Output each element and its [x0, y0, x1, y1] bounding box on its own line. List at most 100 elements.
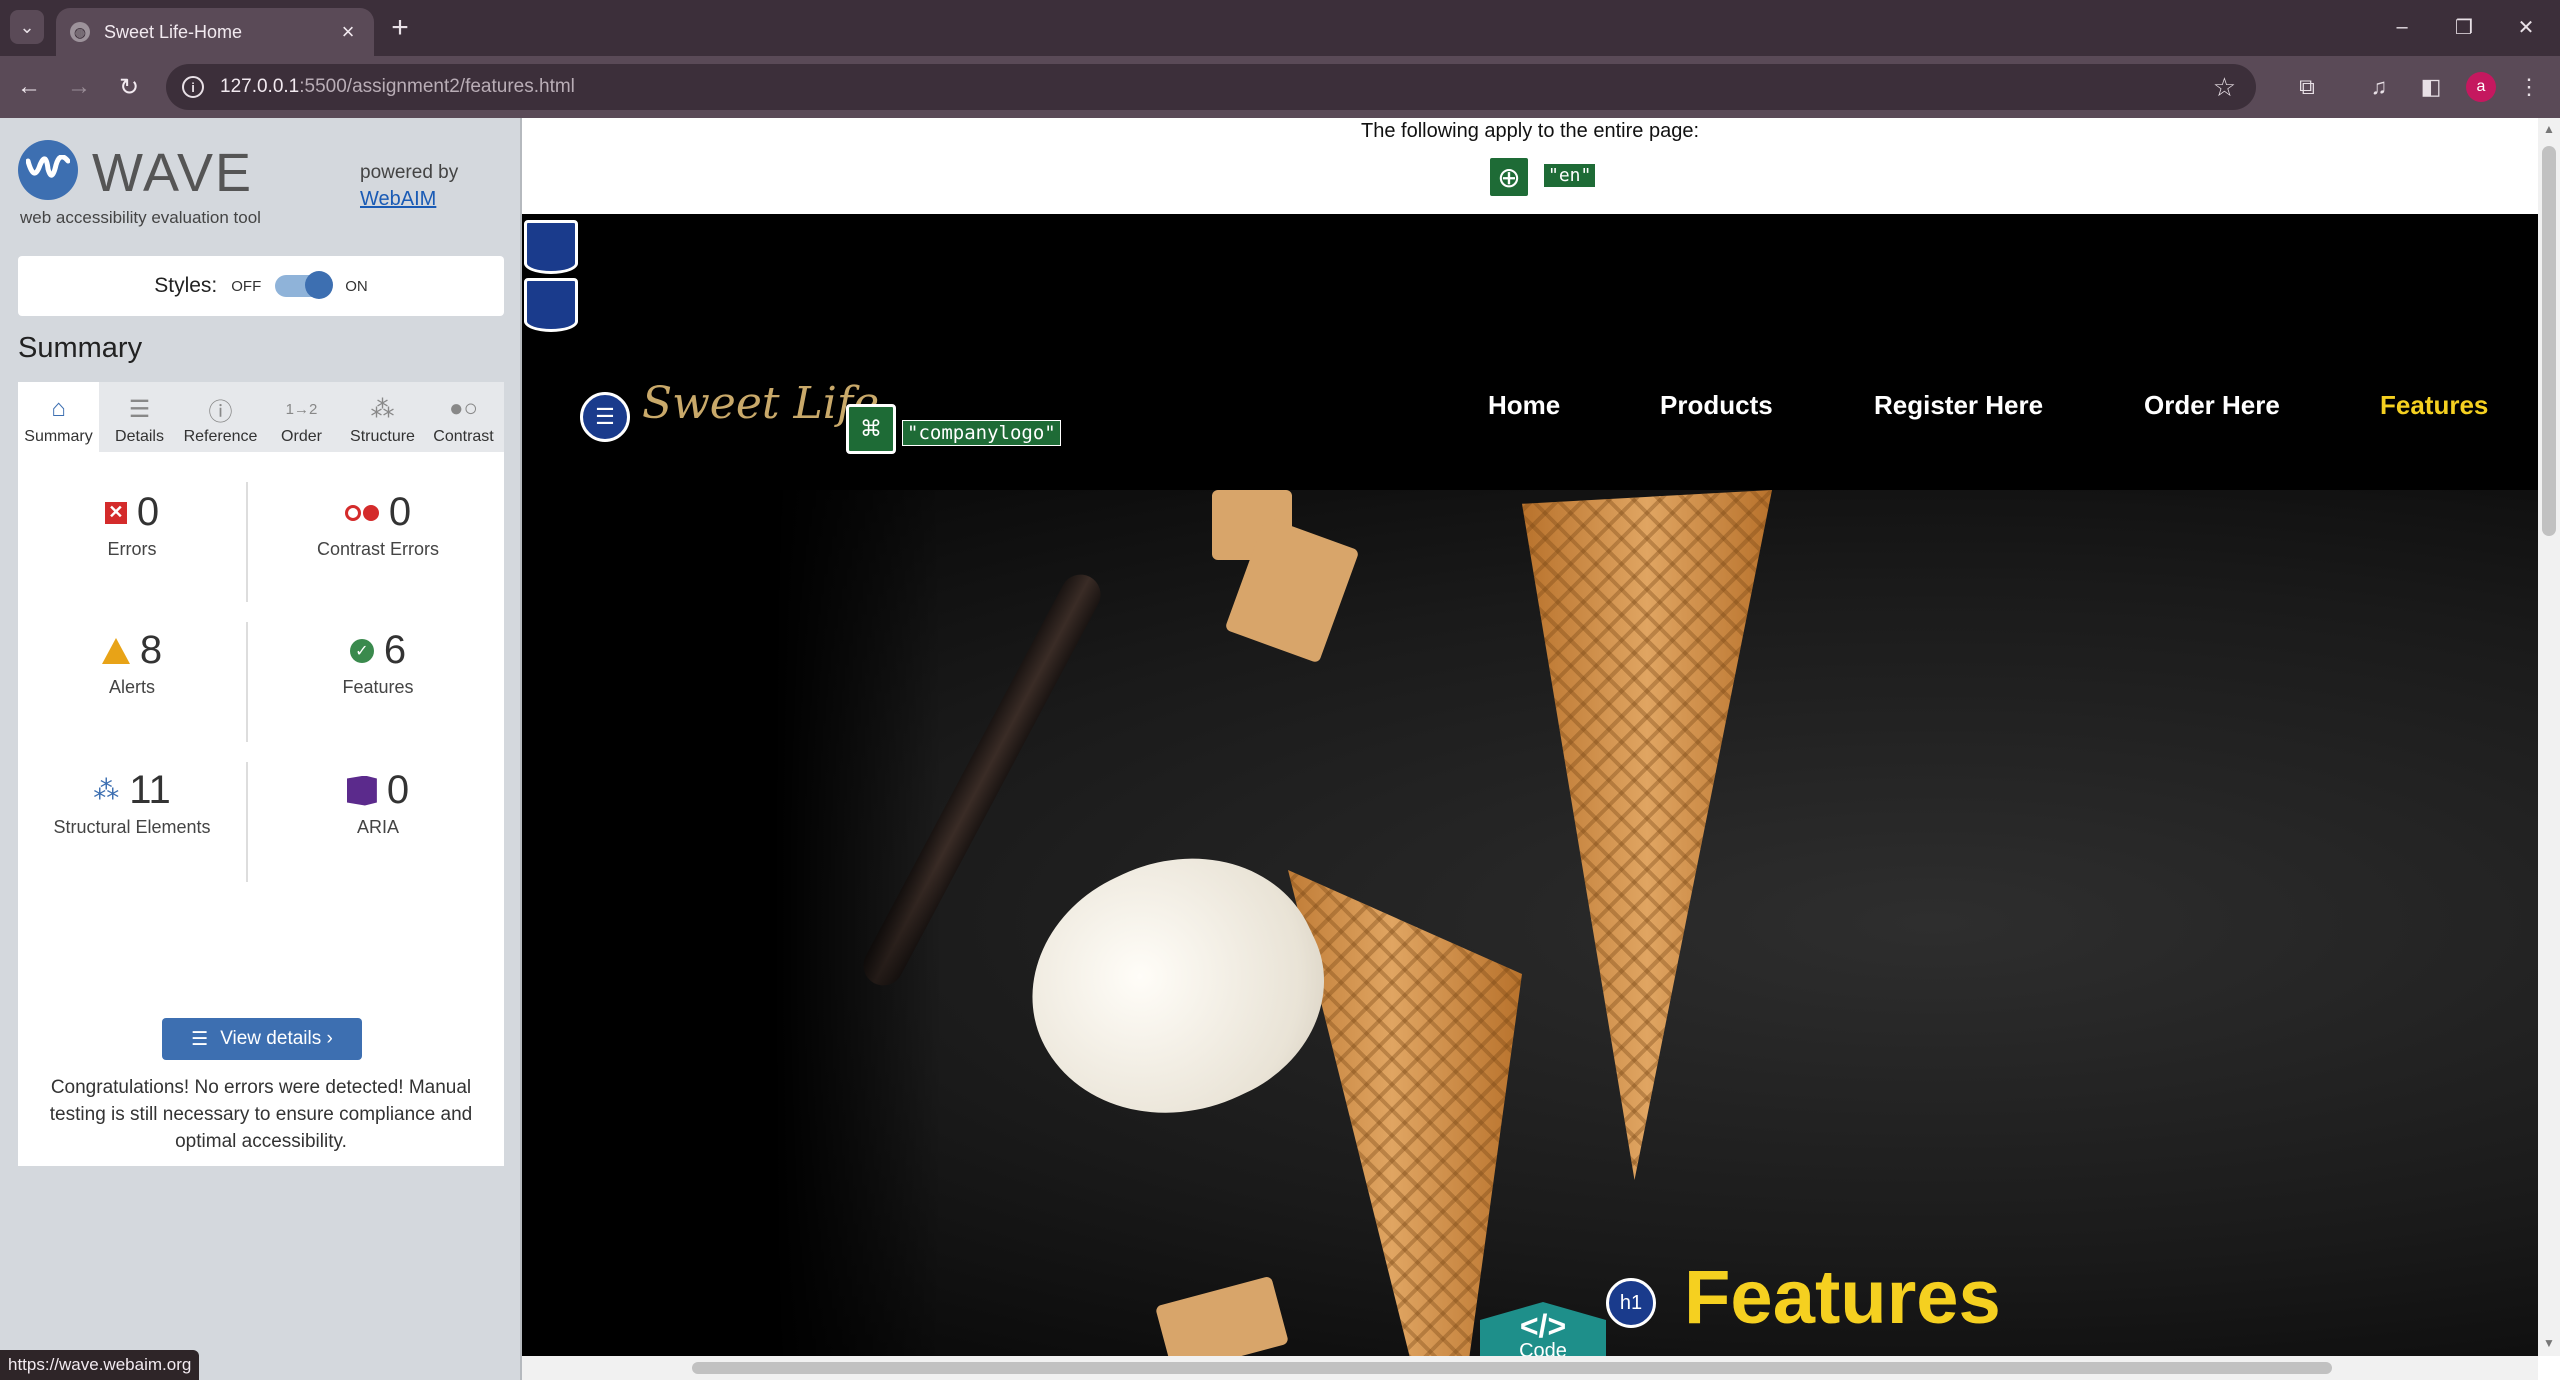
- new-tab-button[interactable]: +: [384, 11, 416, 44]
- language-globe-icon[interactable]: ⊕: [1488, 156, 1530, 198]
- code-label: Code: [1519, 1340, 1567, 1356]
- stat-alerts[interactable]: 8 Alerts: [22, 628, 242, 698]
- tab-order[interactable]: 1→2 Order: [261, 382, 342, 452]
- bookmark-star-icon[interactable]: ☆: [2213, 72, 2236, 103]
- stat-features[interactable]: ✓ 6 Features: [268, 628, 488, 698]
- webaim-link[interactable]: WebAIM: [360, 188, 436, 211]
- list-icon: ☰: [128, 395, 151, 423]
- restore-button[interactable]: ❐: [2444, 10, 2484, 44]
- close-tab-icon[interactable]: ×: [336, 19, 360, 45]
- features-label: Features: [342, 677, 414, 697]
- error-icon: ✕: [104, 501, 127, 524]
- tab-title: Sweet Life-Home: [104, 21, 243, 42]
- wave-logo-icon: [18, 140, 78, 200]
- media-control-icon[interactable]: ♫: [2362, 70, 2396, 104]
- tab-structure-label: Structure: [350, 428, 415, 445]
- styles-label: Styles:: [154, 274, 218, 297]
- list-marker-icon[interactable]: ☰: [580, 392, 630, 442]
- styles-toggle-box: Styles: OFF ON: [18, 256, 504, 316]
- styles-off-label: OFF: [231, 277, 262, 295]
- wave-tabs: ⌂ Summary ☰ Details ⓘ Reference 1→2 Orde…: [18, 382, 504, 452]
- contrast-errors-count: 0: [388, 490, 412, 534]
- wafer-piece: [1154, 1275, 1290, 1356]
- more-menu-icon[interactable]: ⋮: [2512, 70, 2546, 104]
- page-viewport: The following apply to the entire page: …: [522, 118, 2538, 1356]
- feature-check-icon: ✓: [349, 638, 374, 663]
- horizontal-scroll-thumb[interactable]: [692, 1362, 2332, 1374]
- side-panel-icon[interactable]: ◧: [2414, 70, 2448, 104]
- home-icon: ⌂: [51, 395, 66, 422]
- nav-home[interactable]: Home: [1488, 390, 1560, 421]
- tab-summary[interactable]: ⌂ Summary: [18, 382, 99, 452]
- alerts-label: Alerts: [108, 677, 155, 697]
- contrast-errors-label: Contrast Errors: [316, 539, 440, 559]
- order-icon: 1→2: [285, 400, 318, 418]
- nav-products[interactable]: Products: [1660, 390, 1773, 421]
- view-details-label: View details ›: [220, 1028, 333, 1049]
- minimize-button[interactable]: –: [2382, 10, 2422, 44]
- aria-count: 0: [386, 768, 410, 812]
- nav-order[interactable]: Order Here: [2144, 390, 2280, 421]
- styles-on-label: ON: [345, 277, 368, 295]
- stat-aria[interactable]: 0 ARIA: [268, 768, 488, 838]
- errors-label: Errors: [107, 539, 157, 559]
- hero-image: [522, 490, 2538, 1356]
- site-logo[interactable]: Sweet Life: [642, 378, 879, 429]
- alert-icon: [101, 637, 130, 664]
- vertical-scrollbar[interactable]: ▲ ▼: [2538, 118, 2560, 1356]
- tab-details-label: Details: [115, 428, 164, 445]
- divider: [246, 762, 248, 882]
- stat-structural[interactable]: ⁂ 11 Structural Elements: [22, 768, 242, 838]
- aria-label: ARIA: [356, 817, 399, 837]
- site-header: ☰ Sweet Life ⌘ "companylogo" Home Produc…: [522, 214, 2538, 490]
- header-region-icon[interactable]: [524, 220, 578, 274]
- site-info-icon[interactable]: i: [182, 76, 204, 98]
- stat-errors[interactable]: ✕ 0 Errors: [22, 490, 242, 560]
- tab-reference[interactable]: ⓘ Reference: [180, 382, 261, 452]
- structural-label: Structural Elements: [53, 817, 211, 837]
- heading-h1-icon[interactable]: h1: [1606, 1278, 1656, 1328]
- powered-by-text: powered by: [360, 162, 459, 183]
- vertical-scroll-thumb[interactable]: [2542, 146, 2556, 536]
- horizontal-scrollbar[interactable]: [522, 1356, 2538, 1380]
- tab-search-button[interactable]: ⌄: [10, 10, 44, 44]
- forward-button[interactable]: →: [62, 70, 96, 104]
- structure-icon: ⁂: [370, 395, 395, 423]
- extensions-icon[interactable]: ⧉: [2290, 70, 2324, 104]
- contrast-icon: ●○: [449, 395, 478, 422]
- navigation-region-icon[interactable]: [524, 278, 578, 332]
- structural-count: 11: [129, 768, 171, 812]
- reload-button[interactable]: ↻: [112, 70, 146, 104]
- summary-card: ✕ 0 Errors 0 Contrast Errors 8 Alerts ✓ …: [18, 452, 504, 1166]
- back-button[interactable]: ←: [12, 70, 46, 104]
- address-bar[interactable]: i 127.0.0.1:5500/assignment2/features.ht…: [166, 64, 2256, 110]
- errors-count: 0: [136, 490, 160, 534]
- wave-logo-text: WAVE: [92, 143, 254, 203]
- summary-heading: Summary: [18, 332, 143, 364]
- wave-page-banner: The following apply to the entire page: …: [522, 118, 2538, 214]
- linked-image-icon[interactable]: ⌘: [846, 404, 896, 454]
- close-window-button[interactable]: ✕: [2506, 10, 2546, 44]
- status-bar-url: https://wave.webaim.org: [0, 1350, 200, 1380]
- tab-contrast[interactable]: ●○ Contrast: [423, 382, 504, 452]
- profile-avatar[interactable]: a: [2466, 72, 2496, 102]
- tab-structure[interactable]: ⁂ Structure: [342, 382, 423, 452]
- url-path: :5500/assignment2/features.html: [299, 76, 575, 97]
- hero-shade: [522, 490, 942, 1356]
- features-count: 6: [383, 628, 407, 672]
- wave-sidebar: WAVE web accessibility evaluation tool p…: [0, 118, 522, 1380]
- view-details-button[interactable]: ☰ View details ›: [162, 1018, 362, 1060]
- scroll-down-icon[interactable]: ▼: [2542, 1336, 2556, 1350]
- nav-register[interactable]: Register Here: [1874, 390, 2043, 421]
- congrats-message: Congratulations! No errors were detected…: [49, 1077, 473, 1152]
- stat-contrast-errors[interactable]: 0 Contrast Errors: [268, 490, 488, 560]
- browser-tab[interactable]: ◍ Sweet Life-Home ×: [56, 8, 374, 56]
- tab-reference-label: Reference: [183, 428, 258, 445]
- tab-contrast-label: Contrast: [433, 428, 494, 445]
- tab-details[interactable]: ☰ Details: [99, 382, 180, 452]
- language-tag: "en": [1544, 164, 1596, 187]
- hero-heading: Features: [1684, 1255, 2001, 1340]
- styles-toggle[interactable]: [275, 271, 334, 299]
- nav-features[interactable]: Features: [2380, 390, 2488, 421]
- scroll-up-icon[interactable]: ▲: [2542, 122, 2556, 136]
